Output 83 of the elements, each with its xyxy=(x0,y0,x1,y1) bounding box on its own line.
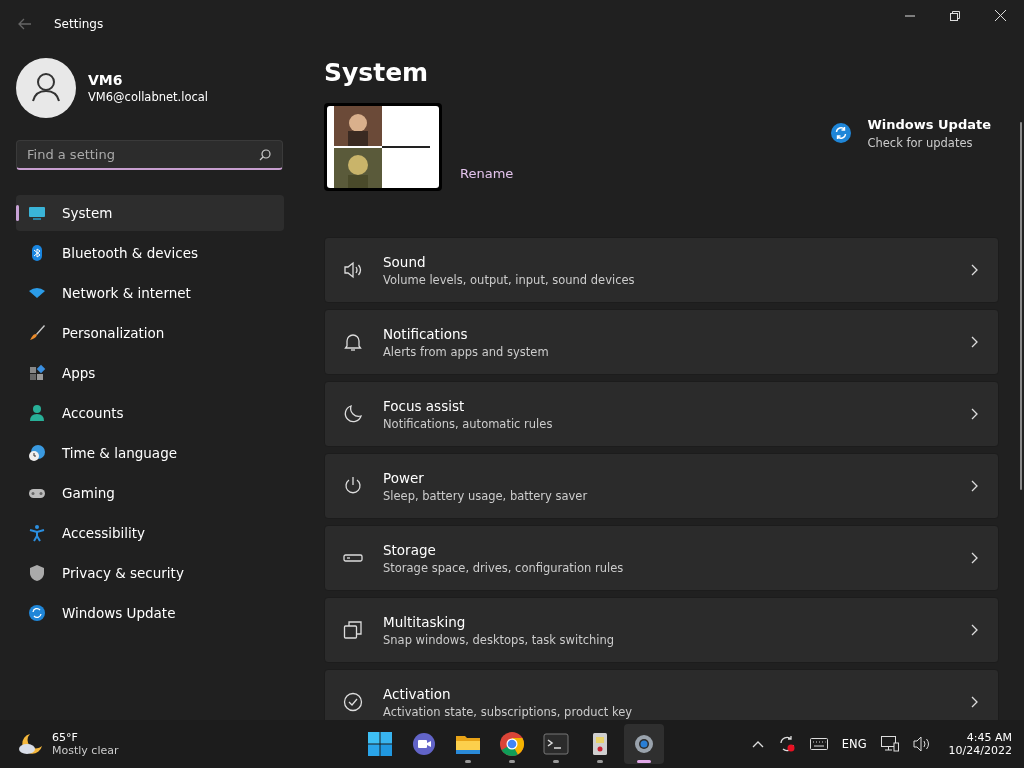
card-title: Sound xyxy=(383,253,427,270)
video-chat-icon xyxy=(411,731,437,757)
card-subtitle: Activation state, subscriptions, product key xyxy=(383,704,634,719)
nav-item[interactable]: Bluetooth & devices xyxy=(16,235,284,271)
chevron-icon xyxy=(971,336,978,348)
clock[interactable]: 4:45 AM 10/24/2022 xyxy=(944,731,1012,757)
speaker-icon[interactable] xyxy=(912,736,931,752)
card-subtitle: Sleep, battery usage, battery saver xyxy=(383,488,589,503)
avatar-icon xyxy=(16,58,76,118)
scrollbar[interactable] xyxy=(1020,122,1022,490)
chevron-up-icon[interactable] xyxy=(751,740,764,748)
accessibility-icon xyxy=(28,524,46,542)
settings-card[interactable]: Focus assist Notifications, automatic rules xyxy=(324,381,999,447)
card-subtitle: Storage space, drives, configuration rules xyxy=(383,560,625,575)
keyboard-icon[interactable] xyxy=(809,738,828,750)
rename-link[interactable]: Rename xyxy=(460,166,514,181)
check-circle-icon xyxy=(343,692,363,712)
card-title: Activation xyxy=(383,685,452,702)
card-subtitle: Snap windows, desktops, task switching xyxy=(383,632,616,647)
nav-item[interactable]: Network & internet xyxy=(16,275,284,311)
weather-condition: Mostly clear xyxy=(52,744,119,757)
speaker-icon xyxy=(343,260,363,280)
brush-icon xyxy=(28,324,46,342)
settings-card[interactable]: Activation Activation state, subscriptions, product key xyxy=(324,669,999,720)
windows-icon xyxy=(343,620,363,640)
nav-item[interactable]: System xyxy=(16,195,284,231)
bell-icon xyxy=(343,332,363,352)
window-title: Settings xyxy=(54,17,104,31)
card-subtitle: Notifications, automatic rules xyxy=(383,416,554,431)
card-title: Multitasking xyxy=(383,613,467,630)
browser-icon xyxy=(499,731,525,757)
sync-icon[interactable] xyxy=(777,735,796,753)
update-icon xyxy=(831,123,852,143)
card-title: Storage xyxy=(383,541,437,558)
temperature: 65°F xyxy=(52,731,79,744)
nav-item[interactable]: Gaming xyxy=(16,475,284,511)
power-icon xyxy=(343,476,363,496)
account-name: VM6 xyxy=(88,72,124,88)
settings-card[interactable]: Power Sleep, battery usage, battery saver xyxy=(324,453,999,519)
back-icon[interactable] xyxy=(18,18,32,30)
chevron-icon xyxy=(971,480,978,492)
card-subtitle: Volume levels, output, input, sound devices xyxy=(383,272,636,287)
card-title: Power xyxy=(383,469,425,486)
person-icon xyxy=(28,404,46,422)
moon-cloud-icon xyxy=(18,732,44,756)
update-icon xyxy=(28,604,46,622)
apps-icon xyxy=(28,364,46,382)
nav-item[interactable]: Windows Update xyxy=(16,595,284,631)
update-subtitle: Check for updates xyxy=(867,135,974,150)
network-icon[interactable] xyxy=(880,736,899,752)
page-title: System xyxy=(324,58,430,87)
chevron-icon xyxy=(971,264,978,276)
nav-item[interactable]: Accessibility xyxy=(16,515,284,551)
nav-item[interactable]: Time & language xyxy=(16,435,284,471)
shield-icon xyxy=(28,564,46,582)
settings-card[interactable]: Storage Storage space, drives, configuration rules xyxy=(324,525,999,591)
nav-item[interactable]: Apps xyxy=(16,355,284,391)
settings-button[interactable] xyxy=(624,724,664,764)
restore-icon[interactable] xyxy=(950,10,960,21)
chevron-icon xyxy=(971,408,978,420)
card-title: Focus assist xyxy=(383,397,466,414)
monitor-icon xyxy=(28,204,46,222)
moon-icon xyxy=(343,404,363,424)
chevron-icon xyxy=(971,696,978,708)
settings-card[interactable]: Notifications Alerts from apps and system xyxy=(324,309,999,375)
clock-globe-icon xyxy=(28,444,46,462)
card-subtitle: Alerts from apps and system xyxy=(383,344,550,359)
windows-logo-icon xyxy=(367,731,393,757)
update-title[interactable]: Windows Update xyxy=(867,116,991,132)
close-icon[interactable] xyxy=(995,10,1006,21)
settings-card[interactable]: Sound Volume levels, output, input, sound devices xyxy=(324,237,999,303)
card-title: Notifications xyxy=(383,325,469,342)
nav-item[interactable]: Privacy & security xyxy=(16,555,284,591)
settings-card[interactable]: Multitasking Snap windows, desktops, task switching xyxy=(324,597,999,663)
search-field[interactable]: Find a setting xyxy=(16,140,283,170)
language-indicator[interactable]: ENG xyxy=(841,737,867,751)
chevron-icon xyxy=(971,552,978,564)
account-email: VM6@collabnet.local xyxy=(88,90,209,104)
chevron-icon xyxy=(971,624,978,636)
nav-item[interactable]: Personalization xyxy=(16,315,284,351)
search-icon xyxy=(259,149,271,161)
terminal-icon xyxy=(543,731,569,757)
nav-item[interactable]: Accounts xyxy=(16,395,284,431)
